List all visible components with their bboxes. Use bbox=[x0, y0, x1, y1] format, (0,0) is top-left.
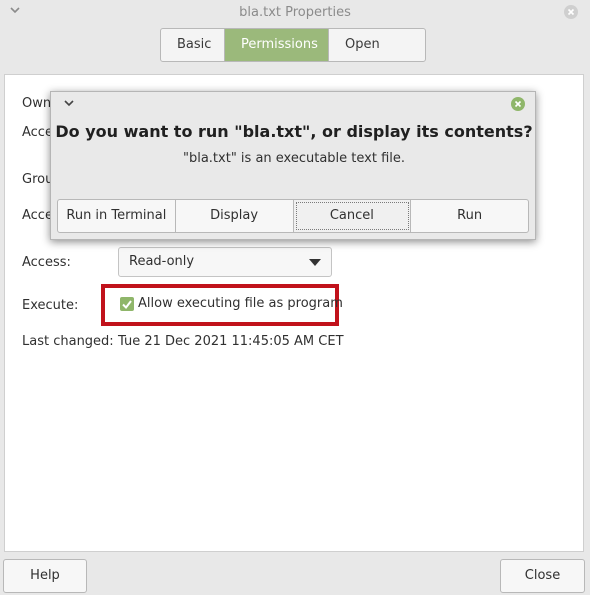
chevron-down-icon[interactable] bbox=[63, 98, 75, 108]
execute-label: Execute: bbox=[22, 298, 79, 313]
execute-checkbox[interactable] bbox=[120, 297, 134, 311]
run-or-display-dialog: Do you want to run "bla.txt", or display… bbox=[50, 91, 536, 240]
run-button[interactable]: Run bbox=[411, 200, 528, 232]
tab-bar: Basic Permissions Open With bbox=[160, 28, 426, 62]
others-access-dropdown[interactable]: Read-only bbox=[118, 247, 332, 277]
execute-checkbox-label[interactable]: Allow executing file as program bbox=[138, 296, 343, 311]
dropdown-arrow-icon bbox=[309, 259, 321, 266]
close-icon[interactable] bbox=[564, 5, 578, 19]
close-icon[interactable] bbox=[511, 97, 525, 111]
dialog-message: "bla.txt" is an executable text file. bbox=[182, 151, 406, 166]
group-access-label: Acce bbox=[22, 208, 53, 223]
dialog-button-row: Run in Terminal Display Cancel Run bbox=[57, 199, 529, 233]
others-access-label: Access: bbox=[22, 255, 71, 270]
display-button[interactable]: Display bbox=[176, 200, 294, 232]
tab-basic[interactable]: Basic bbox=[161, 29, 225, 61]
last-changed-label: Last changed: bbox=[22, 334, 114, 349]
help-button[interactable]: Help bbox=[3, 559, 87, 593]
window-title: bla.txt Properties bbox=[239, 5, 351, 20]
tab-open-with[interactable]: Open With bbox=[329, 29, 425, 61]
checkmark-icon bbox=[122, 300, 132, 310]
last-changed-value: Tue 21 Dec 2021 11:45:05 AM CET bbox=[118, 334, 344, 349]
close-button[interactable]: Close bbox=[500, 559, 585, 593]
owner-access-label: Acce bbox=[22, 125, 53, 140]
dialog-heading: Do you want to run "bla.txt", or display… bbox=[55, 122, 533, 141]
cancel-button[interactable]: Cancel bbox=[293, 200, 412, 232]
owner-label: Own bbox=[22, 96, 52, 111]
chevron-down-icon[interactable] bbox=[8, 3, 22, 17]
run-in-terminal-button[interactable]: Run in Terminal bbox=[58, 200, 176, 232]
tab-permissions[interactable]: Permissions bbox=[225, 29, 329, 61]
title-bar: bla.txt Properties bbox=[0, 0, 590, 26]
group-label: Grou bbox=[22, 172, 54, 187]
execute-highlight-box: Allow executing file as program bbox=[101, 284, 343, 326]
access-value: Read-only bbox=[129, 254, 195, 269]
